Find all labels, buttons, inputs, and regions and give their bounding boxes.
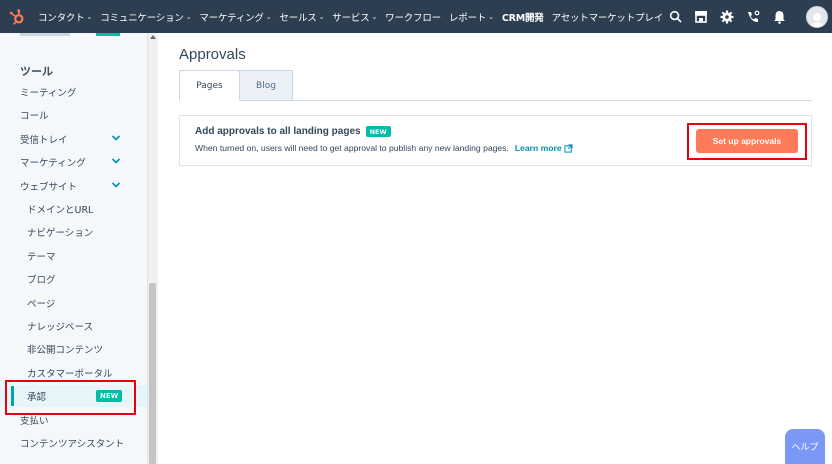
chevron-down-icon[interactable] (111, 133, 121, 143)
chevron-down-icon: ⌄ (488, 12, 494, 21)
nav-item-label: セールス (279, 12, 317, 24)
sidebar-scrolled-badge (96, 33, 120, 36)
nav-item[interactable]: セールス ⌄ (275, 0, 328, 33)
nav-item-label: コミュニケーション (100, 12, 184, 24)
sidebar-scrolled-item (20, 33, 70, 36)
learn-more-link[interactable]: Learn more (515, 143, 573, 153)
new-badge: NEW (365, 126, 391, 137)
calling-icon[interactable] (740, 0, 766, 33)
sidebar-item-label: 非公開コンテンツ (27, 345, 104, 357)
sidebar-item[interactable]: ブログ (0, 268, 147, 290)
sidebar-item-label: ページ (27, 298, 56, 310)
sidebar-item[interactable]: ナレッジベース (0, 315, 147, 337)
content-tabs: Pages Blog (179, 70, 293, 101)
page-title: Approvals (179, 46, 246, 63)
nav-item-label: サービス (332, 12, 370, 24)
nav-item[interactable]: CRM開発 (498, 0, 548, 33)
sidebar-item-label: テーマ (27, 251, 56, 263)
nav-item[interactable]: コンタクト ⌄ (34, 0, 96, 33)
main-content: Approvals Pages Blog Add approvals to al… (158, 33, 832, 464)
nav-item[interactable]: マーケティング ⌄ (195, 0, 275, 33)
chevron-down-icon[interactable] (111, 180, 121, 190)
nav-item-label: コンタクト (38, 12, 85, 24)
chevron-down-icon: ⌄ (185, 12, 192, 21)
help-button[interactable]: ヘルプ (785, 429, 825, 464)
settings-icon[interactable] (714, 0, 740, 33)
sidebar-item-label: コール (20, 111, 49, 123)
nav-item[interactable]: アセットマーケットプレイス⌄ (548, 0, 664, 33)
scrollbar-thumb[interactable] (149, 283, 156, 464)
sidebar-item-label: ブログ (27, 275, 56, 287)
chevron-down-icon[interactable] (111, 156, 121, 166)
scroll-up-arrow-icon[interactable] (150, 35, 156, 39)
nav-item-label: マーケティング (199, 12, 264, 24)
nav-item[interactable]: コミュニケーション ⌄ (96, 0, 195, 33)
sidebar-highlight-box (5, 380, 136, 415)
card-description: When turned on, users will need to get a… (195, 143, 573, 153)
tab-divider (179, 100, 812, 101)
search-icon[interactable] (662, 0, 688, 33)
card-title: Add approvals to all landing pages NEW (195, 126, 391, 137)
nav-item-label: CRM開発 (501, 12, 544, 24)
nav-item[interactable]: サービス ⌄ (328, 0, 381, 33)
sidebar-item-label: ナレッジベース (27, 322, 94, 333)
sidebar-item[interactable]: ミーティング (0, 81, 147, 103)
learn-more-label: Learn more (514, 143, 562, 153)
sidebar-item[interactable]: 受信トレイ (0, 128, 147, 150)
external-link-icon (564, 143, 573, 153)
sidebar-item-label: ウェブサイト (20, 181, 78, 193)
sidebar-item[interactable]: ウェブサイト (0, 175, 147, 197)
sidebar-item[interactable]: コール (0, 104, 147, 126)
sidebar-item-label: ナビゲーション (27, 228, 94, 240)
user-avatar[interactable] (806, 5, 828, 28)
sidebar-scrollbar[interactable] (148, 33, 158, 464)
card-title-text: Add approvals to all landing pages (195, 126, 361, 137)
sidebar-item-label: コンテンツアシスタント (20, 439, 125, 450)
card-description-text: When turned on, users will need to get a… (195, 143, 509, 153)
top-navigation: コンタクト ⌄ コミュニケーション ⌄ マーケティング ⌄ セールス ⌄ サービス ⌄ ワークフロー… (0, 0, 832, 33)
marketplace-icon[interactable] (688, 0, 714, 33)
tab-blog[interactable]: Blog (240, 70, 293, 101)
nav-utility-icons (662, 0, 832, 33)
sidebar-item-label: 受信トレイ (20, 134, 68, 146)
nav-item[interactable]: ワークフロー (381, 0, 445, 33)
sidebar-item[interactable]: ページ (0, 292, 147, 314)
sidebar-section-title: ツール (20, 65, 53, 78)
chevron-down-icon: ⌄ (265, 12, 272, 21)
sidebar-item[interactable]: コンテンツアシスタント (0, 432, 147, 454)
sidebar-item[interactable]: 非公開コンテンツ (0, 338, 147, 360)
sidebar-item-label: ミーティング (20, 88, 77, 99)
sidebar-item-label: ドメインとURL (27, 205, 94, 216)
chevron-down-icon: ⌄ (371, 12, 378, 21)
notifications-icon[interactable] (766, 0, 792, 33)
set-up-approvals-button[interactable]: Set up approvals (696, 129, 798, 153)
sidebar-item[interactable]: ナビゲーション (0, 221, 147, 243)
nav-item-label: レポート (448, 12, 487, 24)
sidebar-item[interactable]: マーケティング (0, 151, 147, 173)
tab-pages[interactable]: Pages (179, 70, 240, 101)
chevron-down-icon: ⌄ (318, 12, 325, 21)
sidebar-item[interactable]: テーマ (0, 245, 147, 267)
sidebar-item-label: カスタマーポータル (27, 368, 113, 380)
sidebar-item-label: マーケティング (20, 158, 86, 170)
nav-item-label: アセットマーケットプレイス (551, 12, 664, 24)
nav-item[interactable]: レポート ⌄ (445, 0, 498, 33)
main-menu: コンタクト ⌄ コミュニケーション ⌄ マーケティング ⌄ セールス ⌄ サービス ⌄ ワークフロー… (34, 0, 664, 33)
hubspot-logo-icon[interactable] (0, 0, 34, 33)
chevron-down-icon: ⌄ (86, 12, 93, 21)
sidebar-item[interactable]: ドメインとURL (0, 198, 147, 220)
nav-item-label: ワークフロー (385, 12, 441, 24)
